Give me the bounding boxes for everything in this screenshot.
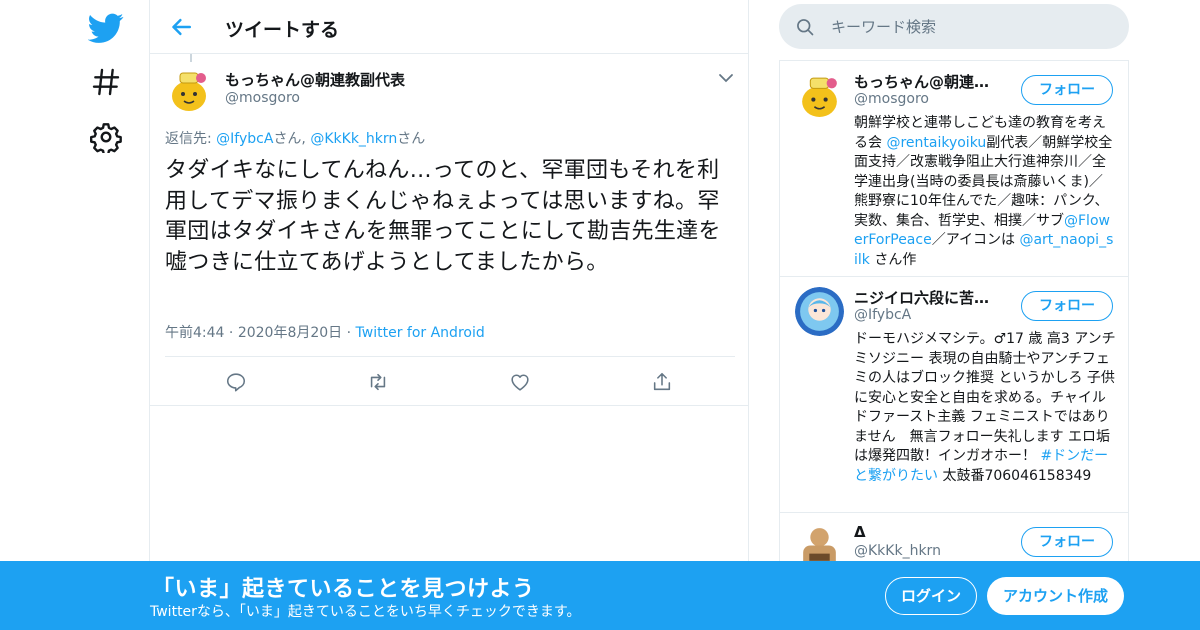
reply-user-link[interactable]: @KkKk_hkrn [310,131,397,147]
avatar[interactable] [795,287,844,336]
reply-user-link[interactable]: @IfybcA [216,131,273,147]
share-icon[interactable] [651,371,673,393]
user-name[interactable]: Δ [854,523,1004,541]
follow-button[interactable]: フォロー [1021,527,1113,557]
bio-text: ／アイコンは [931,232,1020,248]
search-bar [779,4,1129,49]
reply-label: 返信先: [165,131,217,147]
tweet-text: タダイキなにしてんねん…ってのと、罕軍団もそれを利用してデマ振りまくんじゃねぇよ… [165,158,721,275]
author-handle[interactable]: @mosgoro [225,90,300,106]
search-input[interactable] [831,4,1111,49]
avatar[interactable] [795,71,844,120]
prompt-title: 「いま」起きていることを見つけよう [152,577,535,602]
signup-prompt-bar: 「いま」起きていることを見つけよう Twitterなら、「いま」起きていることを… [0,561,1200,630]
tweet-meta: 午前4:44 · 2020年8月20日 · Twitter for Androi… [165,322,485,342]
user-card[interactable]: ニジイロ六段に苦戦中… @IfybcA フォロー ドーモハジメマシテ。♂17 歳… [780,277,1128,513]
heart-icon[interactable] [509,371,531,393]
tweet-time[interactable]: 午前4:44 [165,325,224,341]
signup-button[interactable]: アカウント作成 [987,577,1124,615]
bio-text: さん作 [869,251,917,268]
meta-dot: · [346,325,352,341]
chevron-down-icon[interactable] [716,70,736,86]
user-handle[interactable]: @mosgoro [854,91,929,107]
header: ツイートする [150,0,748,54]
twitter-logo-icon[interactable] [88,10,124,46]
bio-text: 太鼓番706046158349 [938,467,1092,484]
tweet-source[interactable]: Twitter for Android [356,325,485,341]
hashtag-icon[interactable] [90,66,122,98]
login-button[interactable]: ログイン [885,577,977,615]
avatar[interactable] [165,66,213,114]
reply-icon[interactable] [225,371,247,393]
prompt-subtitle: Twitterなら、「いま」起きていることをいち早くチェックできます。 [150,604,581,620]
retweet-icon[interactable] [367,371,389,393]
reply-separator: さん, [273,131,311,147]
main-column: ツイートする もっちゃん@朝連教副代表 @mosgoro 返信先: @Ifybc… [149,0,749,630]
user-bio: ドーモハジメマシテ。♂17 歳 高3 アンチミソジニー 表現の自由騎士やアンチフ… [854,330,1116,486]
gear-icon[interactable] [90,121,122,153]
author-name[interactable]: もっちゃん@朝連教副代表 [225,69,405,90]
user-handle[interactable]: @IfybcA [854,307,911,323]
follow-button[interactable]: フォロー [1021,75,1113,105]
bio-text: ドーモハジメマシテ。♂17 歳 高3 アンチミソジニー 表現の自由騎士やアンチフ… [854,331,1116,464]
thread-connector [190,54,192,62]
reply-context: 返信先: @IfybcAさん, @KkKk_hkrnさん [165,128,425,148]
related-users-panel: もっちゃん@朝連教副代表 @mosgoro フォロー 朝鮮学校と連帯しこども達の… [779,60,1129,580]
user-name[interactable]: もっちゃん@朝連教副代表 [854,71,1004,92]
tweet-date[interactable]: 2020年8月20日 [238,325,342,341]
search-icon [795,17,815,37]
page-title: ツイートする [225,19,340,41]
user-card[interactable]: もっちゃん@朝連教副代表 @mosgoro フォロー 朝鮮学校と連帯しこども達の… [780,61,1128,277]
follow-button[interactable]: フォロー [1021,291,1113,321]
bio-mention-link[interactable]: @rentaikyoiku [886,135,986,151]
back-arrow-icon[interactable] [166,12,196,42]
tweet-actions [150,357,748,406]
reply-suffix: さん [397,131,426,147]
user-bio: 朝鮮学校と連帯しこども達の教育を考える会 @rentaikyoiku副代表／朝鮮… [854,114,1116,270]
meta-dot: · [228,325,234,341]
user-handle[interactable]: @KkKk_hkrn [854,543,941,559]
user-name[interactable]: ニジイロ六段に苦戦中… [854,287,1004,308]
